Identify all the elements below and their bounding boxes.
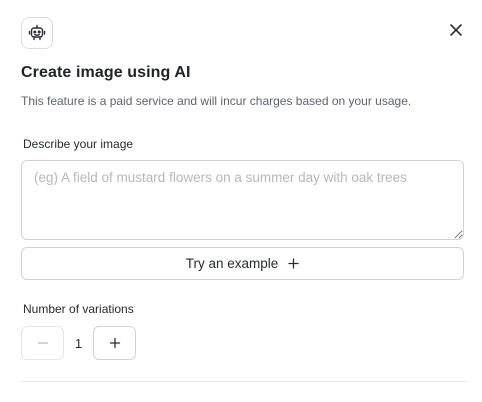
close-button[interactable] [446,20,466,40]
try-example-label: Try an example [185,256,279,271]
increment-variations-button[interactable] [93,326,136,360]
minus-icon [37,337,49,349]
close-icon [449,23,463,37]
footer-divider [21,381,467,382]
dialog-subtitle: This feature is a paid service and will … [21,94,412,108]
plus-icon [288,258,299,269]
ai-badge [21,17,53,49]
robot-icon [28,24,46,42]
plus-icon [109,337,121,349]
create-image-dialog: Create image using AI This feature is a … [0,0,482,402]
describe-image-label: Describe your image [23,137,134,151]
variations-count: 1 [74,335,83,351]
image-description-input[interactable] [21,160,464,240]
variations-label: Number of variations [23,302,134,316]
dialog-title: Create image using AI [21,64,191,81]
decrement-variations-button[interactable] [21,326,64,360]
try-example-button[interactable]: Try an example [21,247,464,280]
